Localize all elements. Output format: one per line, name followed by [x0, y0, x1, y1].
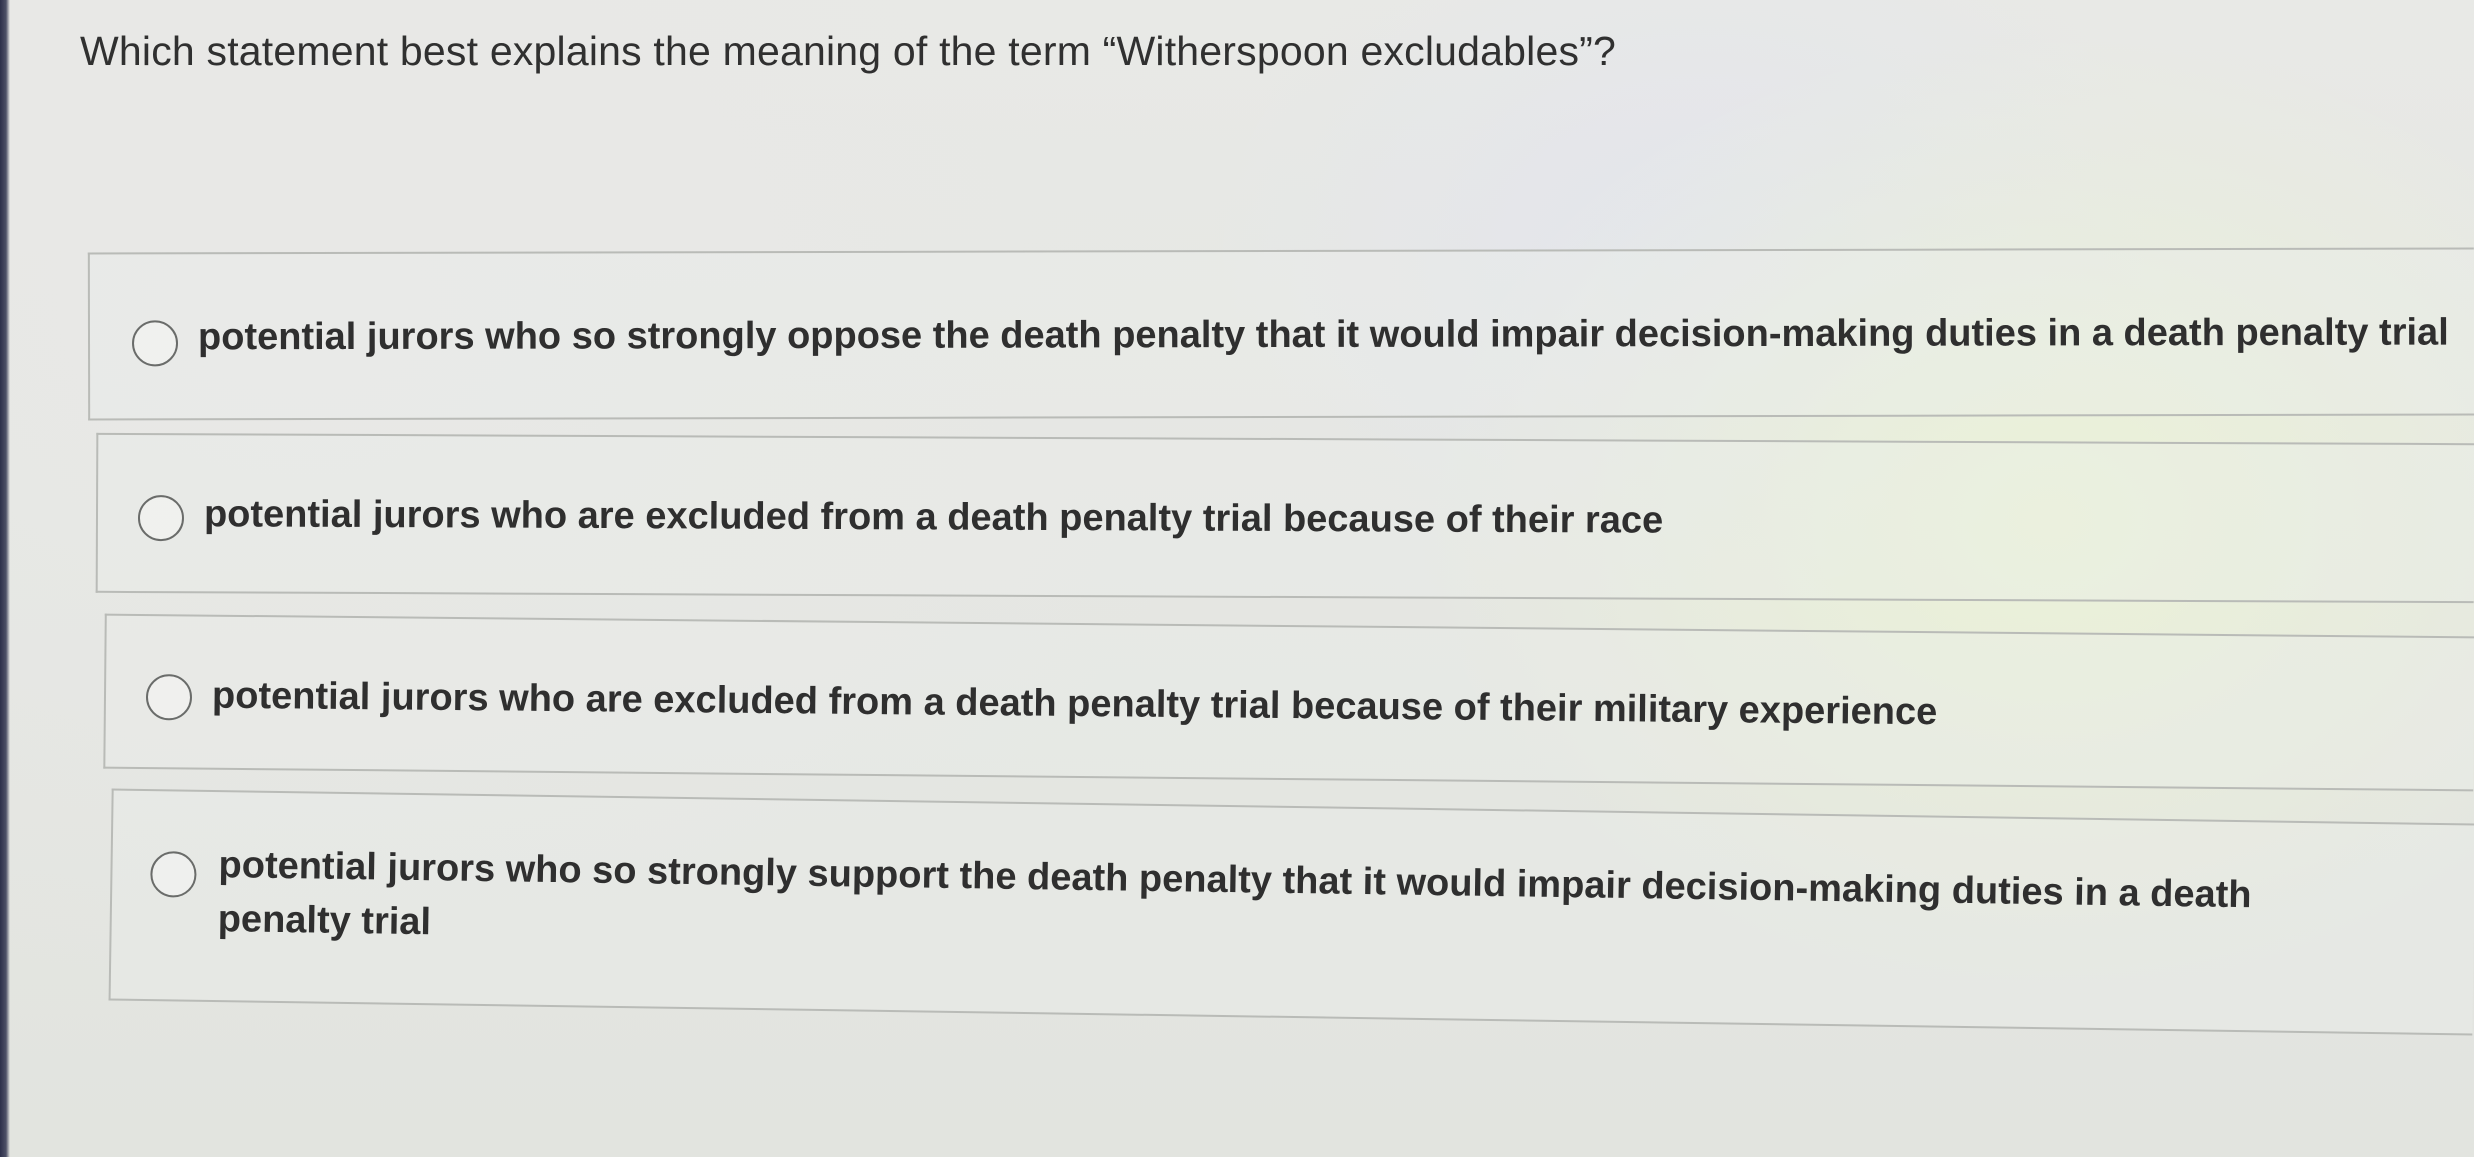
answer-option-3[interactable]: potential jurors who are excluded from a…	[103, 613, 2474, 792]
radio-button-icon[interactable]	[145, 674, 193, 721]
answer-option-label: potential jurors who so strongly oppose …	[197, 311, 2449, 359]
answer-option-1[interactable]: potential jurors who so strongly oppose …	[87, 247, 2474, 421]
answer-option-2[interactable]: potential jurors who are excluded from a…	[95, 432, 2474, 604]
answer-option-label: potential jurors who are excluded from a…	[211, 674, 1938, 734]
radio-button-icon[interactable]	[131, 320, 179, 367]
answer-options: potential jurors who so strongly oppose …	[0, 0, 2474, 1157]
answer-option-label: potential jurors who are excluded from a…	[203, 493, 1664, 542]
radio-button-icon[interactable]	[137, 494, 185, 542]
answer-option-4[interactable]: potential jurors who so strongly support…	[108, 788, 2474, 1036]
radio-button-icon[interactable]	[150, 851, 197, 898]
answer-option-label: potential jurors who so strongly support…	[217, 844, 2252, 944]
